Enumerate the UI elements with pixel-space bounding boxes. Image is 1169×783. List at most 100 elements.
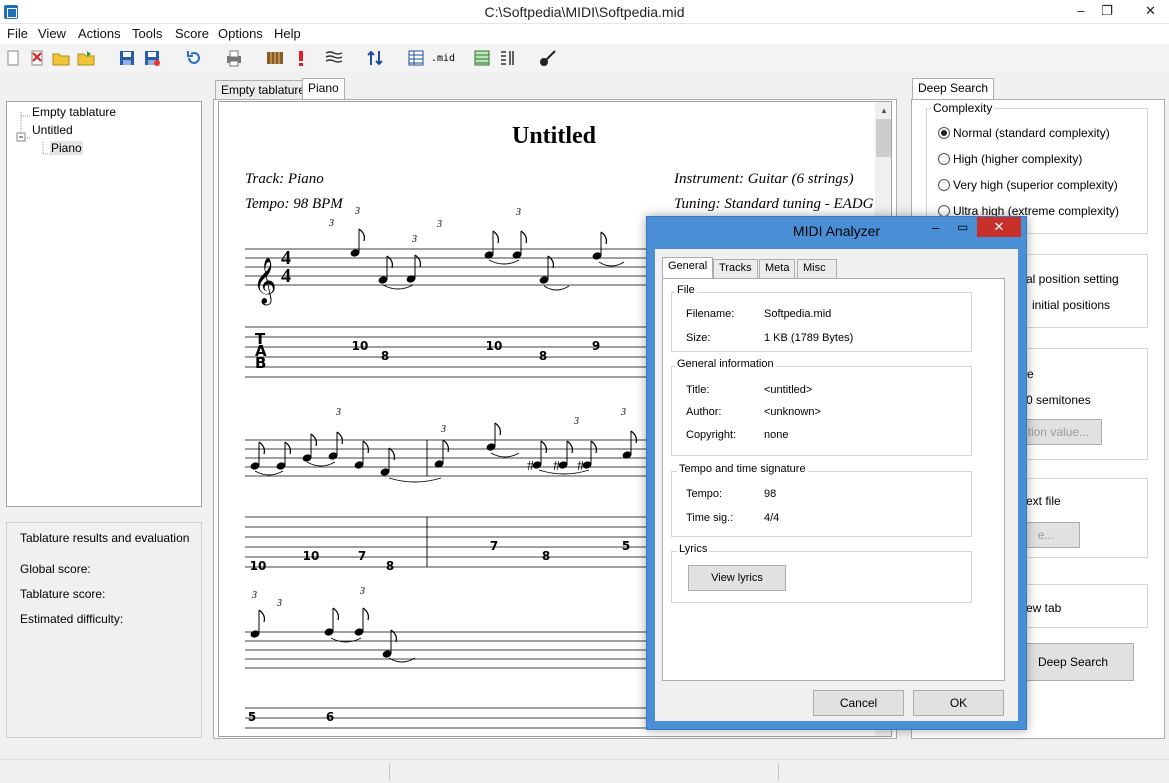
tempo-group-label: Tempo and time signature — [677, 463, 808, 475]
size-value: 1 KB (1789 Bytes) — [764, 332, 854, 344]
radio-very-high[interactable] — [938, 179, 950, 191]
maximize-button[interactable]: ❐ — [1092, 0, 1122, 24]
deep-search-button[interactable]: Deep Search — [1012, 643, 1134, 681]
menu-file[interactable]: File — [7, 26, 28, 41]
timesig-value: 4/4 — [764, 512, 780, 524]
warning-icon[interactable] — [292, 49, 310, 67]
tab-fret-row2: 7 — [358, 549, 366, 563]
refresh-icon[interactable] — [185, 49, 203, 67]
guitar-icon[interactable] — [539, 49, 557, 67]
option-high-label[interactable]: High (higher complexity) — [953, 152, 1082, 166]
up-down-arrows-icon[interactable] — [366, 49, 384, 67]
option-very-high-label[interactable]: Very high (superior complexity) — [953, 178, 1118, 192]
window-title: C:\Softpedia\MIDI\Softpedia.mid — [484, 4, 685, 20]
tie-row1 — [488, 259, 520, 265]
size-label: Size: — [686, 332, 711, 344]
menu-options[interactable]: Options — [218, 26, 263, 41]
grid-icon[interactable] — [473, 49, 491, 67]
tab-fret-row2: 8 — [542, 549, 550, 563]
dialog-general-panel: File Filename: Softpedia.mid Size: 1 KB … — [662, 278, 1005, 681]
view-lyrics-button[interactable]: View lyrics — [688, 565, 786, 591]
filename-label: Filename: — [686, 308, 735, 320]
tab-empty-tablature[interactable]: Empty tablature — [215, 80, 312, 99]
triplet-mark: 3 — [436, 219, 442, 230]
menu-bar: File View Actions Tools Score Options He… — [0, 24, 1169, 44]
tab-fret-row2: 5 — [622, 539, 630, 553]
tablature-score-label: Tablature score: — [20, 587, 106, 601]
dialog-tab-meta[interactable]: Meta — [759, 259, 796, 278]
sharp-icon: # — [577, 459, 584, 474]
menu-tools[interactable]: Tools — [132, 26, 162, 41]
save-as-icon[interactable] — [143, 49, 161, 67]
open-folder-icon[interactable] — [77, 49, 95, 67]
note-row3-flag — [362, 607, 370, 621]
columns-icon[interactable] — [498, 49, 516, 67]
dialog-tab-tracks[interactable]: Tracks — [713, 259, 758, 278]
triplet-mark: 3 — [354, 206, 360, 217]
tie-row2 — [490, 452, 520, 458]
dialog-maximize-button[interactable]: ▭ — [957, 220, 968, 234]
tie-row2 — [306, 461, 336, 467]
tab-fret-row1: 8 — [539, 349, 547, 363]
staff-icon[interactable] — [325, 49, 343, 67]
print-icon[interactable] — [225, 49, 243, 67]
filename-value: Softpedia.mid — [764, 308, 832, 320]
menu-actions[interactable]: Actions — [78, 26, 121, 41]
timesig-label: Time sig.: — [686, 512, 734, 524]
copyright-label: Copyright: — [686, 429, 737, 441]
menu-view[interactable]: View — [38, 26, 66, 41]
status-divider — [389, 763, 390, 781]
general-info-label: General information — [675, 358, 776, 370]
toolbar: .mid — [0, 44, 1169, 72]
triplet-mark: 3 — [573, 416, 579, 427]
ok-button[interactable]: OK — [913, 690, 1004, 716]
tie-row1 — [543, 285, 570, 291]
status-divider — [778, 763, 779, 781]
tempo-group — [671, 471, 972, 537]
new-icon[interactable] — [4, 49, 22, 67]
radio-high[interactable] — [938, 153, 950, 165]
tab-fret-row1: 10 — [486, 339, 503, 353]
menu-score[interactable]: Score — [175, 26, 209, 41]
tab-piano[interactable]: Piano — [302, 78, 345, 100]
open-icon[interactable] — [52, 49, 70, 67]
title-value: <untitled> — [764, 384, 813, 396]
position-setting-label: al position setting — [1026, 272, 1119, 286]
note-row2-flag — [494, 422, 502, 436]
close-button[interactable]: ✕ — [1132, 0, 1169, 24]
scroll-up-arrow-icon[interactable]: ▲ — [880, 106, 888, 115]
triplet-mark: 3 — [515, 207, 521, 218]
tab-fret-row1: 8 — [381, 349, 389, 363]
tab-deep-search[interactable]: Deep Search — [912, 78, 995, 100]
triplet-mark: 3 — [359, 586, 365, 597]
guitar-fretboard-icon[interactable] — [266, 49, 284, 67]
tree-item-piano[interactable]: Piano — [50, 141, 83, 155]
scrollbar-thumb[interactable] — [876, 119, 891, 157]
option-normal-label[interactable]: Normal (standard complexity) — [953, 126, 1110, 140]
delete-icon[interactable] — [28, 49, 46, 67]
dialog-minimize-button[interactable]: – — [932, 220, 939, 235]
note-row2-flag — [258, 441, 266, 455]
dialog-close-button[interactable]: ✕ — [977, 217, 1021, 237]
status-bar — [0, 759, 1169, 783]
note-row2-flag — [362, 440, 370, 454]
table-view-icon[interactable] — [407, 49, 425, 67]
triplet-mark: 3 — [411, 234, 417, 245]
cancel-button[interactable]: Cancel — [813, 690, 904, 716]
midi-file-icon[interactable]: .mid — [431, 53, 455, 64]
radio-normal[interactable] — [938, 127, 950, 139]
tab-fret-row2: 8 — [386, 559, 394, 573]
tab-fret-row1: 9 — [592, 339, 600, 353]
tree-item-untitled[interactable]: Untitled — [32, 123, 73, 137]
tempo-label: Tempo: — [686, 488, 723, 500]
tree-item-empty-tablature[interactable]: Empty tablature — [32, 105, 116, 119]
dialog-tab-misc[interactable]: Misc — [797, 259, 837, 278]
dialog-tab-general[interactable]: General — [662, 257, 714, 278]
tempo-value: 98 — [764, 488, 777, 500]
save-icon[interactable] — [118, 49, 136, 67]
dialog-title-bar[interactable]: MIDI Analyzer – ▭ ✕ — [647, 217, 1026, 245]
menu-help[interactable]: Help — [274, 26, 301, 41]
triplet-mark: 3 — [251, 590, 257, 601]
note-row2-flag — [630, 430, 638, 444]
tab-fret-row2: 10 — [250, 559, 267, 573]
